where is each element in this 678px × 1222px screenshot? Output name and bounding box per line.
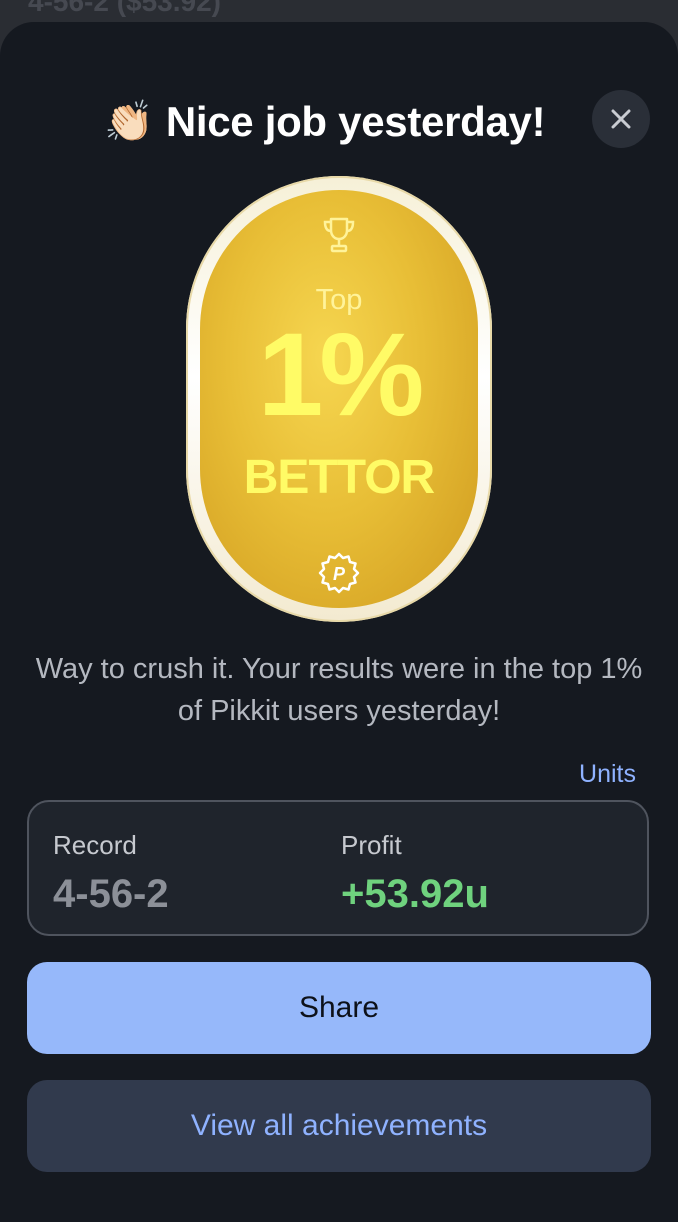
pikkit-seal-icon: P [318,552,360,594]
stats-card: Record 4-56-2 Profit +53.92u [27,800,649,936]
share-button[interactable]: Share [27,962,651,1054]
trophy-icon [323,217,355,253]
close-icon [611,109,631,129]
record-stat: Record 4-56-2 [53,830,169,916]
view-all-achievements-button[interactable]: View all achievements [27,1080,651,1172]
badge-bettor-label: BETTOR [243,451,435,504]
title-row: 👏🏻 Nice job yesterday! [104,98,546,146]
profit-label: Profit [341,830,402,860]
record-value: 4-56-2 [53,872,169,916]
profit-stat: Profit +53.92u [341,830,489,916]
top-bettor-badge: Top 1% BETTOR P [186,176,492,622]
profit-value: +53.92u [341,872,489,916]
units-toggle-link[interactable]: Units [579,760,636,789]
close-button[interactable] [592,90,650,148]
sheet-header: 👏🏻 Nice job yesterday! [0,74,678,166]
background-record-text: 4-56-2 ($53.92) [28,0,222,17]
svg-text:P: P [333,564,346,584]
record-label: Record [53,830,137,860]
achievement-message: Way to crush it. Your results were in th… [35,653,643,727]
badge-percent: 1% [257,309,425,441]
sheet-title: Nice job yesterday! [165,98,546,145]
clapping-hands-icon: 👏🏻 [104,100,154,144]
